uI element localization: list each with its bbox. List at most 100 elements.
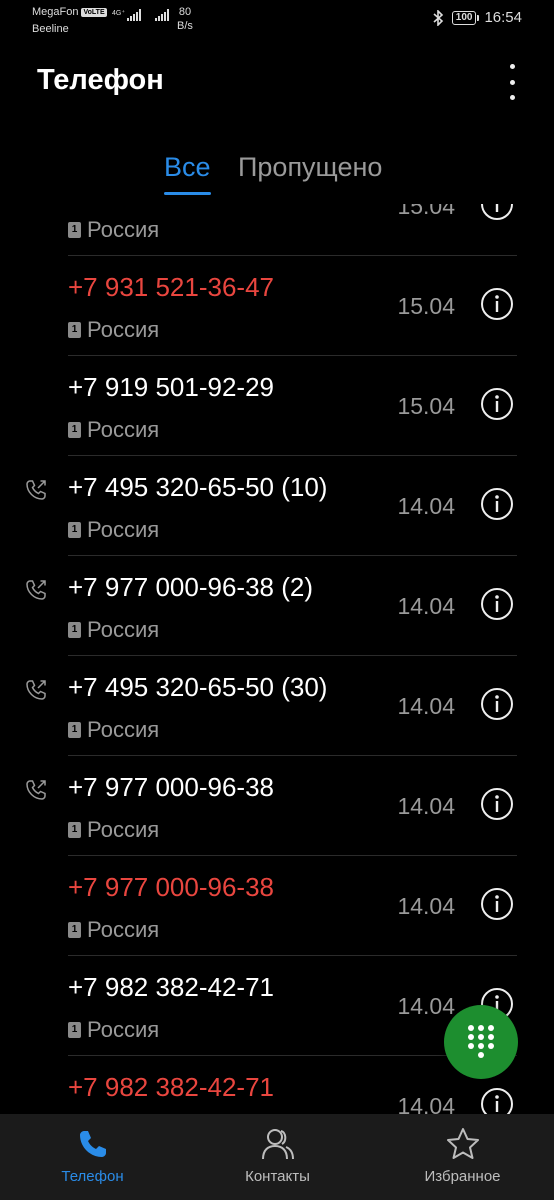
call-number: +7 977 000-96-38: [68, 772, 275, 802]
info-icon[interactable]: [480, 1087, 514, 1114]
tab-all[interactable]: Все: [164, 152, 211, 195]
info-icon[interactable]: [480, 687, 514, 721]
call-subline: 1 Россия: [68, 917, 159, 943]
outgoing-call-icon: [26, 780, 46, 800]
outgoing-call-icon: [26, 480, 46, 500]
nav-favorites-label: Избранное: [424, 1168, 501, 1185]
call-log-row[interactable]: +7 931 521-36-47 1 Россия 15.04: [0, 256, 554, 356]
status-bar: MegaFon VoLTE Beeline 4G⁺ 80 B/s 100 16:…: [0, 0, 554, 40]
call-location: Россия: [87, 917, 160, 942]
call-date: 14.04: [397, 993, 455, 1019]
call-location: Россия: [87, 317, 160, 342]
call-number: +7 982 382-42-71: [68, 972, 275, 1002]
call-date: 14.04: [397, 893, 455, 919]
call-date: 14.04: [397, 593, 455, 619]
sim-card-icon: 1: [68, 222, 81, 238]
sim-card-icon: 1: [68, 622, 81, 638]
sim-card-icon: 1: [68, 322, 81, 338]
sim-card-icon: 1: [68, 422, 81, 438]
nav-favorites[interactable]: Избранное: [370, 1114, 554, 1200]
more-options-button[interactable]: [502, 64, 522, 100]
sim-card-icon: 1: [68, 922, 81, 938]
dialpad-button[interactable]: [444, 1005, 518, 1079]
call-location: Россия: [87, 417, 160, 442]
carrier-info: MegaFon VoLTE Beeline: [32, 4, 107, 38]
phone-app-screen: MegaFon VoLTE Beeline 4G⁺ 80 B/s 100 16:…: [0, 0, 554, 1200]
speed-value: 80: [178, 6, 192, 18]
call-log-row[interactable]: +7 495 320-65-50 (10) 1 Россия 14.04: [0, 456, 554, 556]
call-log-row[interactable]: +7 977 000-96-38 1 Россия 14.04: [0, 756, 554, 856]
call-date: 15.04: [397, 393, 455, 419]
volte-badge: VoLTE: [81, 8, 107, 17]
dialpad-icon: [468, 1025, 494, 1058]
call-subline: 1 Россия: [68, 317, 159, 343]
call-subline: 1 Россия: [68, 417, 159, 443]
call-number: +7 977 000-96-38 (2): [68, 572, 314, 602]
call-subline: 1 Россия: [68, 617, 159, 643]
call-number: +7 495 320-65-50 (30): [68, 672, 328, 702]
signal-icon-sim2: [155, 9, 170, 21]
call-location: Россия: [87, 717, 160, 742]
call-location: Россия: [87, 217, 160, 242]
call-subline: 1 Россия: [68, 717, 159, 743]
call-log-row[interactable]: +7 977 000-96-38 (2) 1 Россия 14.04: [0, 556, 554, 656]
tab-missed[interactable]: Пропущено: [238, 152, 382, 183]
sim-card-icon: 1: [68, 1022, 81, 1038]
call-date: 14.04: [397, 493, 455, 519]
sim-card-icon: 1: [68, 722, 81, 738]
call-location: Россия: [87, 517, 160, 542]
info-icon[interactable]: [480, 587, 514, 621]
nav-phone-label: Телефон: [61, 1168, 124, 1185]
call-log-row[interactable]: +7 ...1Россия15.04: [0, 204, 554, 256]
sim-card-icon: 1: [68, 822, 81, 838]
call-subline: 1 Россия: [68, 1017, 159, 1043]
call-number: +7 495 320-65-50 (10): [68, 472, 328, 502]
call-number: +7 982 382-42-71: [68, 1072, 275, 1102]
info-icon[interactable]: [480, 487, 514, 521]
bluetooth-icon: [433, 9, 443, 26]
phone-icon: [79, 1131, 106, 1157]
battery-icon: 100: [451, 10, 480, 25]
signal-icon-sim1: [127, 9, 142, 21]
call-number: +7 919 501-92-29: [68, 372, 275, 402]
call-location: Россия: [87, 817, 160, 842]
call-subline: 1 Россия: [68, 517, 159, 543]
call-date: 14.04: [397, 1093, 455, 1114]
call-location: Россия: [87, 617, 160, 642]
carrier1-name: MegaFon: [32, 6, 79, 18]
outgoing-call-icon: [26, 680, 46, 700]
speed-unit: B/s: [177, 20, 193, 32]
nav-contacts-label: Контакты: [245, 1168, 310, 1185]
carrier2-name: Beeline: [32, 23, 69, 35]
info-icon[interactable]: [480, 787, 514, 821]
nav-phone[interactable]: Телефон: [0, 1114, 185, 1200]
sim-card-icon: 1: [68, 522, 81, 538]
more-vert-icon: [509, 64, 515, 69]
clock: 16:54: [484, 9, 522, 26]
call-number: +7 931 521-36-47: [68, 272, 275, 302]
call-date: 15.04: [397, 204, 455, 219]
bottom-navigation: Телефон Контакты Избранное: [0, 1114, 554, 1200]
star-icon: [446, 1128, 479, 1159]
call-date: 14.04: [397, 693, 455, 719]
call-subline: 1 Россия: [68, 817, 159, 843]
page-title: Телефон: [37, 64, 164, 96]
info-icon[interactable]: [480, 287, 514, 321]
network-type: 4G⁺: [112, 10, 126, 17]
info-icon[interactable]: [480, 887, 514, 921]
call-log-tabs: Все Пропущено: [0, 152, 554, 202]
call-log-list[interactable]: +7 ...1Россия15.04+7 931 521-36-471Росси…: [0, 204, 554, 1114]
info-icon[interactable]: [480, 387, 514, 421]
outgoing-call-icon: [26, 580, 46, 600]
call-number: +7 977 000-96-38: [68, 872, 275, 902]
network-speed: 80 B/s: [177, 5, 193, 33]
call-log-row[interactable]: +7 919 501-92-29 1 Россия 15.04: [0, 356, 554, 456]
info-icon[interactable]: [480, 204, 514, 221]
call-log-row[interactable]: +7 495 320-65-50 (30) 1 Россия 14.04: [0, 656, 554, 756]
nav-contacts[interactable]: Контакты: [185, 1114, 370, 1200]
call-log-row[interactable]: +7 977 000-96-38 1 Россия 14.04: [0, 856, 554, 956]
call-date: 14.04: [397, 793, 455, 819]
call-location: Россия: [87, 1017, 160, 1042]
contacts-icon: [261, 1129, 294, 1160]
call-subline: 1 Россия: [68, 217, 159, 243]
